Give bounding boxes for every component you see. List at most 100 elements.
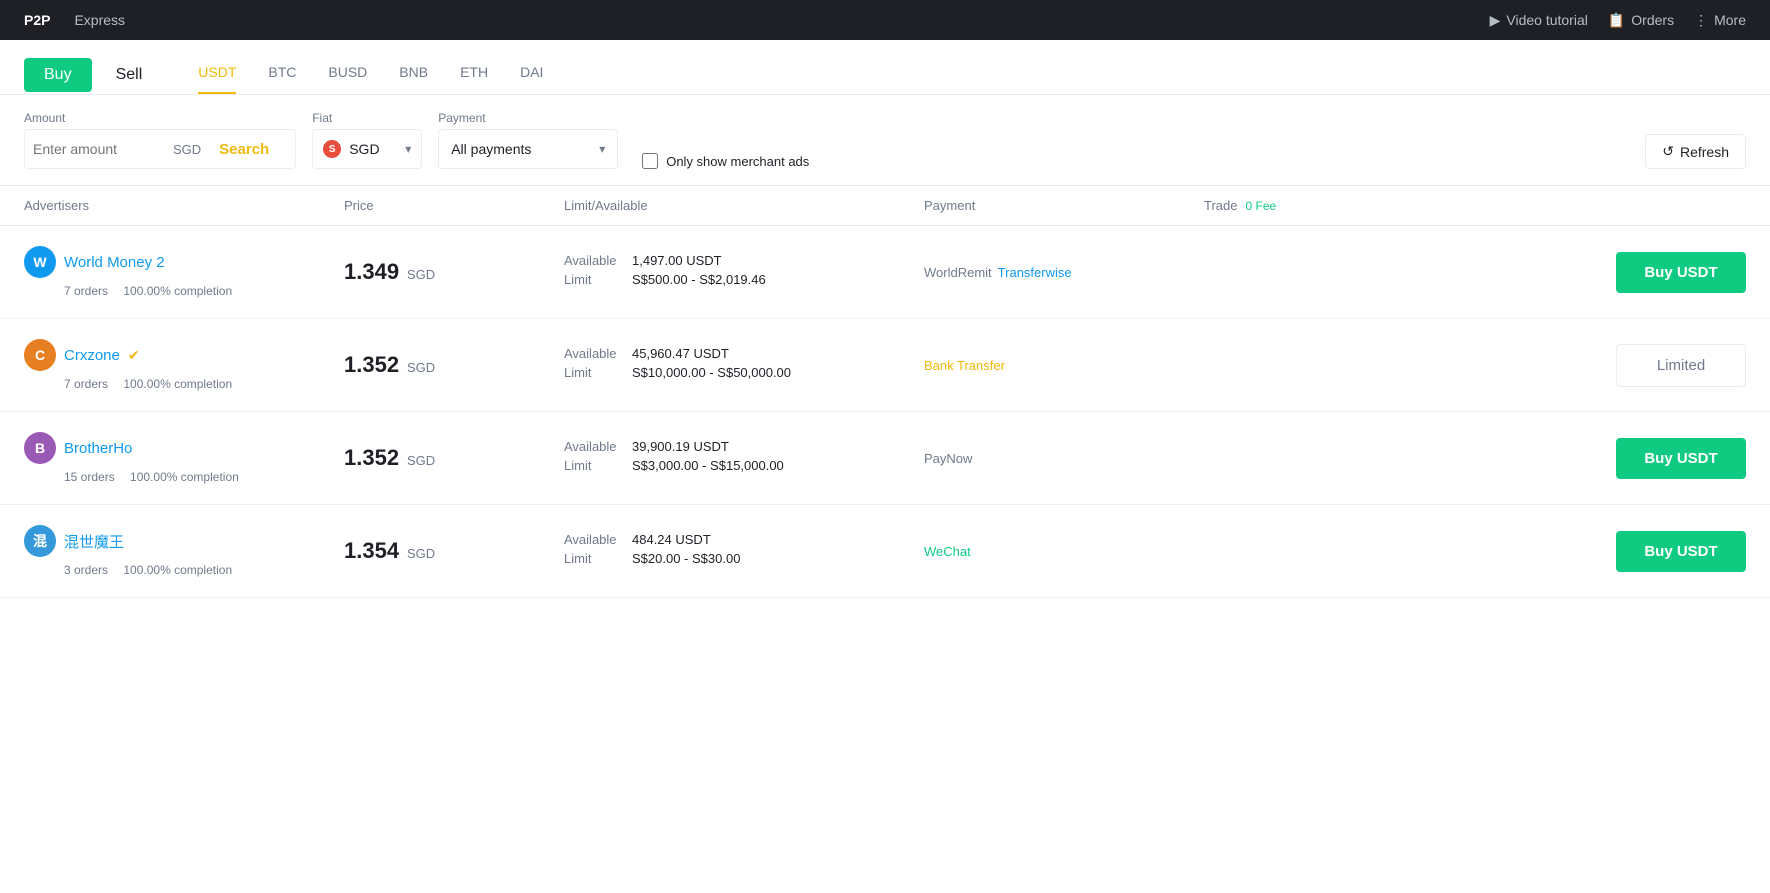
top-nav-right: ▶ Video tutorial 📋 Orders ⋮ More	[1490, 12, 1746, 29]
fiat-currency-text: SGD	[349, 141, 397, 157]
table-row: B BrotherHo 15 orders 100.00% completion…	[0, 412, 1770, 505]
buy-usdt-button[interactable]: Buy USDT	[1616, 438, 1746, 479]
orders-count: 7 orders	[64, 284, 108, 298]
search-button[interactable]: Search	[201, 131, 287, 168]
limit-col: Available 484.24 USDT Limit S$20.00 - S$…	[564, 532, 924, 570]
currency-tabs: USDT BTC BUSD BNB ETH DAI	[198, 56, 543, 94]
tab-bnb[interactable]: BNB	[399, 56, 428, 94]
fiat-filter-group: Fiat S SGD ▾	[312, 111, 422, 169]
tab-eth[interactable]: ETH	[460, 56, 488, 94]
video-tutorial-label: Video tutorial	[1506, 12, 1587, 28]
limit-range: S$500.00 - S$2,019.46	[632, 272, 766, 287]
limit-col: Available 1,497.00 USDT Limit S$500.00 -…	[564, 253, 924, 291]
header-trade: Trade 0 Fee	[1204, 198, 1746, 213]
tab-usdt[interactable]: USDT	[198, 56, 236, 94]
available-value: 1,497.00 USDT	[632, 253, 722, 268]
completion-rate: 100.00% completion	[123, 284, 232, 298]
avatar: 混	[24, 525, 56, 557]
limit-row: Limit S$20.00 - S$30.00	[564, 551, 924, 566]
amount-input[interactable]	[33, 141, 173, 157]
payment-col: WeChat	[924, 544, 1204, 559]
nav-express[interactable]: Express	[74, 12, 125, 28]
trade-col-cell: Buy USDT	[1204, 252, 1746, 293]
header-advertisers: Advertisers	[24, 198, 344, 213]
amount-currency: SGD	[173, 142, 201, 157]
tab-btc[interactable]: BTC	[268, 56, 296, 94]
table-body: W World Money 2 7 orders 100.00% complet…	[0, 226, 1770, 598]
more-icon: ⋮	[1694, 12, 1708, 29]
amount-input-wrap[interactable]: SGD Search	[24, 129, 296, 169]
limit-label: Limit	[564, 365, 624, 380]
limit-row: Limit S$10,000.00 - S$50,000.00	[564, 365, 924, 380]
more-menu[interactable]: ⋮ More	[1694, 12, 1746, 29]
advertiser-stats: 7 orders 100.00% completion	[64, 284, 344, 298]
price-currency: SGD	[407, 267, 435, 282]
tab-dai[interactable]: DAI	[520, 56, 543, 94]
amount-label: Amount	[24, 111, 296, 125]
refresh-label: Refresh	[1680, 144, 1729, 160]
advertiser-name[interactable]: 混世魔王	[64, 531, 124, 552]
top-navigation: P2P Express ▶ Video tutorial 📋 Orders ⋮ …	[0, 0, 1770, 40]
payment-tag: PayNow	[924, 451, 972, 466]
header-payment: Payment	[924, 198, 1204, 213]
amount-filter-group: Amount SGD Search	[24, 111, 296, 169]
table-row: 混 混世魔王 3 orders 100.00% completion 1.354…	[0, 505, 1770, 598]
refresh-icon: ↺	[1662, 143, 1674, 160]
price-value: 1.352	[344, 352, 399, 377]
available-row: Available 484.24 USDT	[564, 532, 924, 547]
advertiser-col: 混 混世魔王 3 orders 100.00% completion	[24, 525, 344, 577]
nav-p2p[interactable]: P2P	[24, 12, 50, 28]
buy-usdt-button[interactable]: Buy USDT	[1616, 252, 1746, 293]
fiat-select[interactable]: S SGD ▾	[312, 129, 422, 169]
filter-row: Amount SGD Search Fiat S SGD ▾ Payment A…	[0, 95, 1770, 186]
advertiser-col: B BrotherHo 15 orders 100.00% completion	[24, 432, 344, 484]
header-price: Price	[344, 198, 564, 213]
limit-col: Available 45,960.47 USDT Limit S$10,000.…	[564, 346, 924, 384]
available-label: Available	[564, 346, 624, 361]
advertiser-col: W World Money 2 7 orders 100.00% complet…	[24, 246, 344, 298]
tab-busd[interactable]: BUSD	[328, 56, 367, 94]
available-value: 45,960.47 USDT	[632, 346, 729, 361]
available-value: 39,900.19 USDT	[632, 439, 729, 454]
video-tutorial-link[interactable]: ▶ Video tutorial	[1490, 12, 1588, 29]
completion-rate: 100.00% completion	[123, 377, 232, 391]
price-currency: SGD	[407, 453, 435, 468]
limit-row: Limit S$500.00 - S$2,019.46	[564, 272, 924, 287]
price-value: 1.354	[344, 538, 399, 563]
orders-link[interactable]: 📋 Orders	[1608, 12, 1674, 29]
merchant-ads-checkbox-label[interactable]: Only show merchant ads	[642, 153, 809, 169]
available-label: Available	[564, 439, 624, 454]
orders-count: 3 orders	[64, 563, 108, 577]
completion-rate: 100.00% completion	[123, 563, 232, 577]
header-trade-label: Trade	[1204, 198, 1237, 213]
limit-label: Limit	[564, 272, 624, 287]
limit-label: Limit	[564, 458, 624, 473]
verified-icon: ✔	[128, 347, 140, 364]
limit-range: S$20.00 - S$30.00	[632, 551, 740, 566]
orders-icon: 📋	[1608, 12, 1625, 29]
payment-select[interactable]: All payments ▾	[438, 129, 618, 169]
sell-tab[interactable]: Sell	[96, 58, 163, 92]
advertiser-name[interactable]: BrotherHo	[64, 440, 132, 457]
table-header: Advertisers Price Limit/Available Paymen…	[0, 186, 1770, 226]
buy-sell-section: Buy Sell USDT BTC BUSD BNB ETH DAI	[0, 40, 1770, 95]
merchant-ads-checkbox[interactable]	[642, 153, 658, 169]
available-row: Available 39,900.19 USDT	[564, 439, 924, 454]
avatar: W	[24, 246, 56, 278]
refresh-button[interactable]: ↺ Refresh	[1645, 134, 1746, 169]
fiat-dropdown-arrow: ▾	[405, 142, 411, 156]
advertiser-name-row: C Crxzone ✔	[24, 339, 344, 371]
payment-tag: WeChat	[924, 544, 971, 559]
advertiser-name-row: 混 混世魔王	[24, 525, 344, 557]
buy-tab[interactable]: Buy	[24, 58, 92, 92]
price-col: 1.352 SGD	[344, 352, 564, 378]
more-label: More	[1714, 12, 1746, 28]
payment-filter-group: Payment All payments ▾	[438, 111, 618, 169]
orders-count: 7 orders	[64, 377, 108, 391]
advertiser-name[interactable]: World Money 2	[64, 254, 165, 271]
advertiser-name[interactable]: Crxzone	[64, 347, 120, 364]
orders-label: Orders	[1631, 12, 1674, 28]
fiat-currency-icon: S	[323, 140, 341, 158]
avatar: C	[24, 339, 56, 371]
buy-usdt-button[interactable]: Buy USDT	[1616, 531, 1746, 572]
